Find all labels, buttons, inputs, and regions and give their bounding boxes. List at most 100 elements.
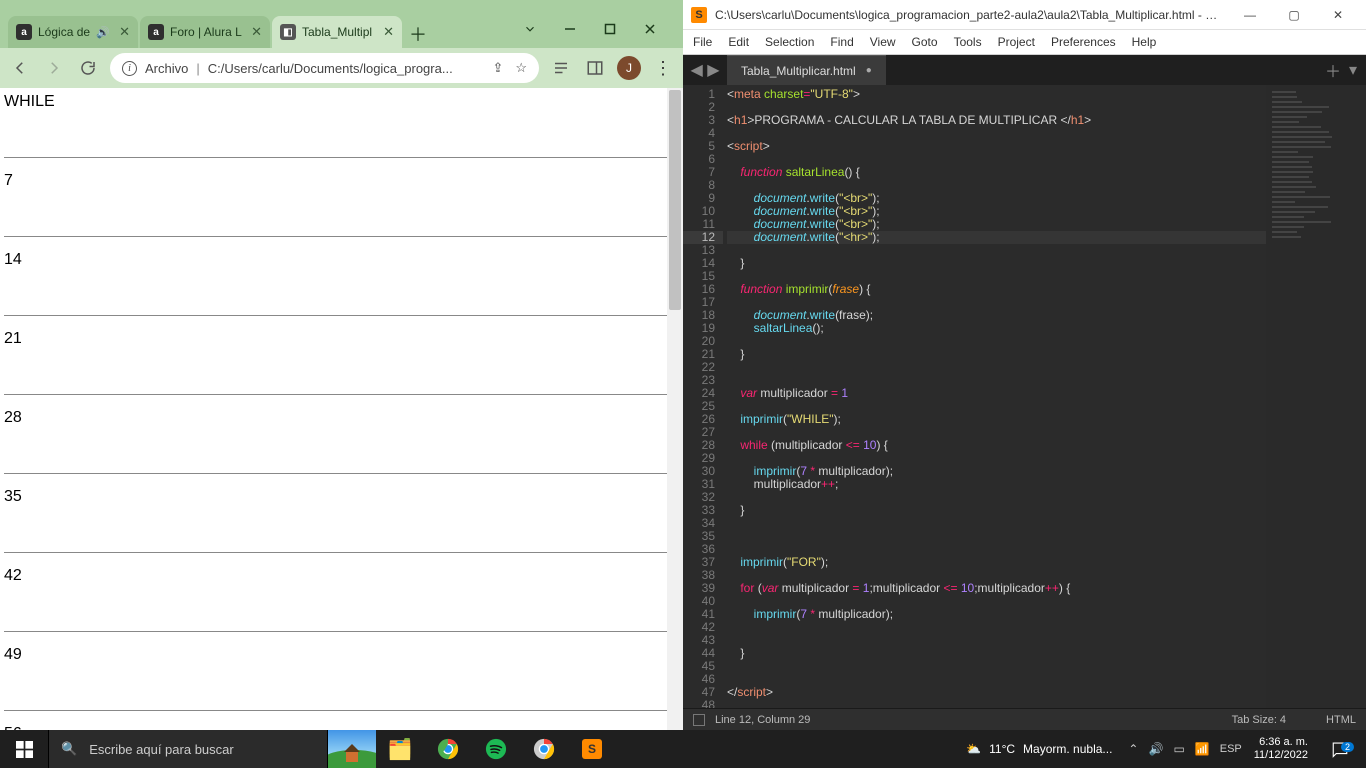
minimap[interactable] [1266,85,1366,708]
close-tab-icon[interactable]: ✕ [383,24,394,40]
side-panel-icon[interactable] [583,56,607,80]
site-info-icon[interactable]: i [122,61,137,76]
menu-item[interactable]: Selection [765,35,814,49]
wifi-icon[interactable]: 📶 [1195,742,1210,756]
menu-item[interactable]: Goto [912,35,938,49]
syntax-mode[interactable]: HTML [1326,714,1356,726]
code-line[interactable]: for (var multiplicador = 1;multiplicador… [727,582,1266,595]
scroll-thumb[interactable] [669,90,681,310]
code-line[interactable]: saltarLinea(); [727,322,1266,335]
code-line[interactable] [727,660,1266,673]
code-line[interactable] [727,491,1266,504]
volume-icon[interactable]: 🔊 [1148,742,1163,756]
maximize-icon[interactable] [593,14,627,44]
close-tab-icon[interactable]: ✕ [251,24,262,40]
menu-item[interactable]: Edit [728,35,749,49]
maximize-icon[interactable]: ▢ [1274,3,1314,27]
minimize-icon[interactable]: — [1230,3,1270,27]
sublime-titlebar[interactable]: C:\Users\carlu\Documents\logica_programa… [683,0,1366,30]
code-line[interactable]: } [727,348,1266,361]
code-line[interactable]: imprimir("WHILE"); [727,413,1266,426]
clock[interactable]: 6:36 a. m. 11/12/2022 [1248,736,1314,762]
address-bar[interactable]: i Archivo | C:/Users/carlu/Documents/log… [110,53,539,83]
tab-history-nav[interactable]: ◀ ▶ [683,55,727,85]
line-number[interactable]: 48 [683,699,715,708]
browser-tab[interactable]: a Lógica de 🔊 ✕ [8,16,138,48]
code-line[interactable]: } [727,257,1266,270]
close-window-icon[interactable] [633,14,667,44]
line-gutter[interactable]: 1234567891011121314151617181920212223242… [683,85,723,708]
kebab-menu-icon[interactable]: ⋮ [651,56,675,80]
tab-search-icon[interactable] [513,14,547,44]
speaker-icon[interactable]: 🔊 [96,26,110,39]
code-line[interactable]: imprimir("FOR"); [727,556,1266,569]
browser-tab[interactable]: a Foro | Alura L ✕ [140,16,270,48]
code-line[interactable] [727,699,1266,708]
reload-icon[interactable] [76,56,100,80]
browser-tab-active[interactable]: ◧ Tabla_Multipl ✕ [272,16,402,48]
code-line[interactable] [727,673,1266,686]
new-tab-icon[interactable]: ＋ [1325,58,1341,82]
code-line[interactable] [727,127,1266,140]
minimize-icon[interactable] [553,14,587,44]
close-tab-icon[interactable]: ✕ [119,24,130,40]
code-line[interactable]: <h1>PROGRAMA - CALCULAR LA TABLA DE MULT… [727,114,1266,127]
code-line[interactable]: </script> [727,686,1266,699]
tab-size[interactable]: Tab Size: 4 [1232,714,1286,726]
menu-item[interactable]: Tools [954,35,982,49]
chrome-titlebar[interactable] [0,0,683,10]
reading-list-icon[interactable] [549,56,573,80]
code-line[interactable]: <script> [727,140,1266,153]
code-area[interactable]: <meta charset="UTF-8"> <h1>PROGRAMA - CA… [723,85,1266,708]
battery-icon[interactable]: ▭ [1173,742,1184,756]
close-window-icon[interactable]: ✕ [1318,3,1358,27]
spotify-app-icon[interactable] [472,730,520,768]
task-view-icon[interactable] [328,730,376,768]
menu-item[interactable]: View [870,35,896,49]
start-button[interactable] [0,730,48,768]
new-tab-button[interactable]: ＋ [404,20,432,48]
code-line[interactable]: while (multiplicador <= 10) { [727,439,1266,452]
code-line[interactable]: } [727,504,1266,517]
code-line[interactable]: function saltarLinea() { [727,166,1266,179]
tray-chevron-icon[interactable]: ⌃ [1128,742,1138,756]
code-line[interactable] [727,517,1266,530]
profile-avatar[interactable]: J [617,56,641,80]
star-icon[interactable]: ☆ [515,60,527,76]
code-line[interactable] [727,634,1266,647]
code-line[interactable]: multiplicador++; [727,478,1266,491]
forward-icon[interactable] [42,56,66,80]
menu-item[interactable]: Preferences [1051,35,1116,49]
menu-item[interactable]: File [693,35,712,49]
taskbar-search[interactable]: 🔍 Escribe aquí para buscar [48,730,328,768]
code-line[interactable] [727,335,1266,348]
back-icon[interactable] [8,56,32,80]
editor-tab[interactable]: Tabla_Multiplicar.html ● [727,55,886,85]
code-line[interactable]: imprimir(7 * multiplicador); [727,608,1266,621]
tab-dropdown-icon[interactable]: ▾ [1349,60,1357,80]
code-line[interactable]: document.write("<hr>"); [727,231,1266,244]
menu-item[interactable]: Project [998,35,1035,49]
code-line[interactable] [727,530,1266,543]
menu-item[interactable]: Find [830,35,853,49]
share-icon[interactable]: ⇪ [492,60,503,76]
code-line[interactable]: <meta charset="UTF-8"> [727,88,1266,101]
code-line[interactable]: } [727,647,1266,660]
menu-item[interactable]: Help [1132,35,1157,49]
chrome-canary-app-icon[interactable] [520,730,568,768]
sublime-menubar: File Edit Selection Find View Goto Tools Projec… [683,30,1366,55]
sublime-app-icon[interactable]: S [568,730,616,768]
language-indicator[interactable]: ESP [1220,743,1242,755]
notifications-icon[interactable]: 2 [1320,740,1360,758]
panel-switcher-icon[interactable] [693,714,705,726]
file-explorer-icon[interactable]: 🗂️ [376,730,424,768]
scrollbar[interactable] [667,88,683,730]
code-line[interactable] [727,244,1266,257]
code-line[interactable] [727,361,1266,374]
code-line[interactable] [727,621,1266,634]
chrome-app-icon[interactable] [424,730,472,768]
weather-widget[interactable]: ⛅ 11°C Mayorm. nubla... [956,742,1122,756]
address-sep: | [196,61,199,76]
code-line[interactable]: function imprimir(frase) { [727,283,1266,296]
code-line[interactable]: var multiplicador = 1 [727,387,1266,400]
